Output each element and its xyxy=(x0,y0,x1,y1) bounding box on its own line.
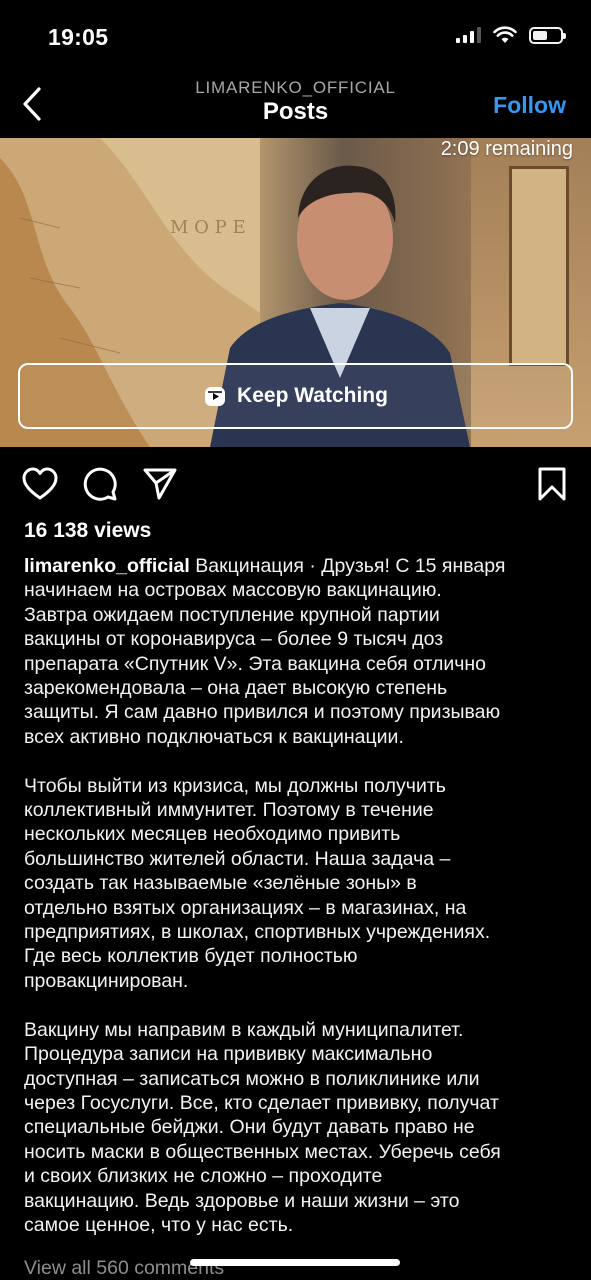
keep-watching-button[interactable]: Keep Watching xyxy=(18,363,573,429)
remaining-time: 2:09 remaining xyxy=(440,138,573,160)
status-time: 19:05 xyxy=(48,24,109,50)
caption-line: доступная – записаться можно в поликлини… xyxy=(24,1067,480,1090)
comment-icon xyxy=(83,467,117,501)
caption-first-line: Вакцинация · Друзья! С 15 января xyxy=(195,555,506,577)
status-bar: 19:05 xyxy=(0,0,591,70)
caption-line: создать так называемые «зелёные зоны» в xyxy=(24,872,417,895)
caption-line: Где весь коллектив будет полностью xyxy=(24,945,358,968)
send-icon xyxy=(143,468,177,500)
bookmark-icon xyxy=(538,467,566,501)
video-player[interactable]: М О Р Е 2:09 remaining Keep Watching xyxy=(0,138,591,447)
caption-paragraph-3: Вакцину мы направим в каждый муниципалит… xyxy=(24,1018,574,1238)
caption-line: Процедура записи на прививку максимально xyxy=(24,1043,433,1066)
caption-line: Завтра ожидаем поступление крупной парти… xyxy=(24,603,440,626)
caption-line: вакцины от коронавируса – более 9 тысяч … xyxy=(24,628,444,651)
action-bar xyxy=(0,460,591,510)
caption-line: всех активно подключаться к вакцинации. xyxy=(24,725,404,748)
posts-header: LIMARENKO_OFFICIAL Posts Follow xyxy=(0,70,591,138)
caption-line: и своих близких не сложно – проходите xyxy=(24,1165,383,1188)
caption-line: Вакцину мы направим в каждый муниципалит… xyxy=(24,1018,464,1041)
caption-paragraph-1: limarenko_official Вакцинация · Друзья! … xyxy=(24,554,574,749)
comment-button[interactable] xyxy=(80,464,120,504)
caption-line: зарекомендовала – она дает высокую степе… xyxy=(24,677,448,700)
caption-paragraph-2: Чтобы выйти из кризиса, мы должны получи… xyxy=(24,774,574,994)
caption-line: специальные бейджи. Они будут давать пра… xyxy=(24,1116,475,1139)
reels-icon xyxy=(205,387,226,406)
home-indicator[interactable] xyxy=(190,1259,400,1266)
post-caption: limarenko_official Вакцинация · Друзья! … xyxy=(24,554,574,1262)
share-button[interactable] xyxy=(140,464,180,504)
keep-watching-label: Keep Watching xyxy=(237,384,388,407)
follow-button[interactable]: Follow xyxy=(493,92,566,119)
wall-frame xyxy=(509,166,569,366)
status-icons xyxy=(456,26,566,44)
caption-line: большинство жителей области. Наша задача… xyxy=(24,847,451,870)
caption-line: начинаем на островах массовую вакцинацию… xyxy=(24,579,442,602)
caption-line: Чтобы выйти из кризиса, мы должны получи… xyxy=(24,774,446,797)
battery-icon xyxy=(529,26,566,44)
caption-line: носить маски в общественных местах. Убер… xyxy=(24,1140,501,1163)
caption-line: нескольких месяцев необходимо привить xyxy=(24,823,401,846)
caption-username[interactable]: limarenko_official xyxy=(24,555,190,577)
caption-line: предприятиях, в школах, спортивных учреж… xyxy=(24,921,491,944)
cellular-signal-icon xyxy=(456,27,481,43)
caption-line: провакцинирован. xyxy=(24,969,189,992)
caption-line: через Госуслуги. Все, кто сделает привив… xyxy=(24,1091,499,1114)
caption-line: отдельно взятых организациях – в магазин… xyxy=(24,896,467,919)
caption-line: коллективный иммунитет. Поэтому в течени… xyxy=(24,799,434,822)
save-button[interactable] xyxy=(532,464,572,504)
view-count: 16 138 views xyxy=(24,519,152,542)
caption-line: препарата «Спутник V». Эта вакцина себя … xyxy=(24,652,487,675)
caption-line: самое ценное, что у нас есть. xyxy=(24,1213,294,1236)
like-button[interactable] xyxy=(20,464,60,504)
caption-line: защиты. Я сам давно привился и поэтому п… xyxy=(24,701,501,724)
heart-icon xyxy=(22,467,58,500)
wifi-icon xyxy=(493,26,517,43)
caption-line: вакцинацию. Ведь здоровье и наши жизни –… xyxy=(24,1189,460,1212)
